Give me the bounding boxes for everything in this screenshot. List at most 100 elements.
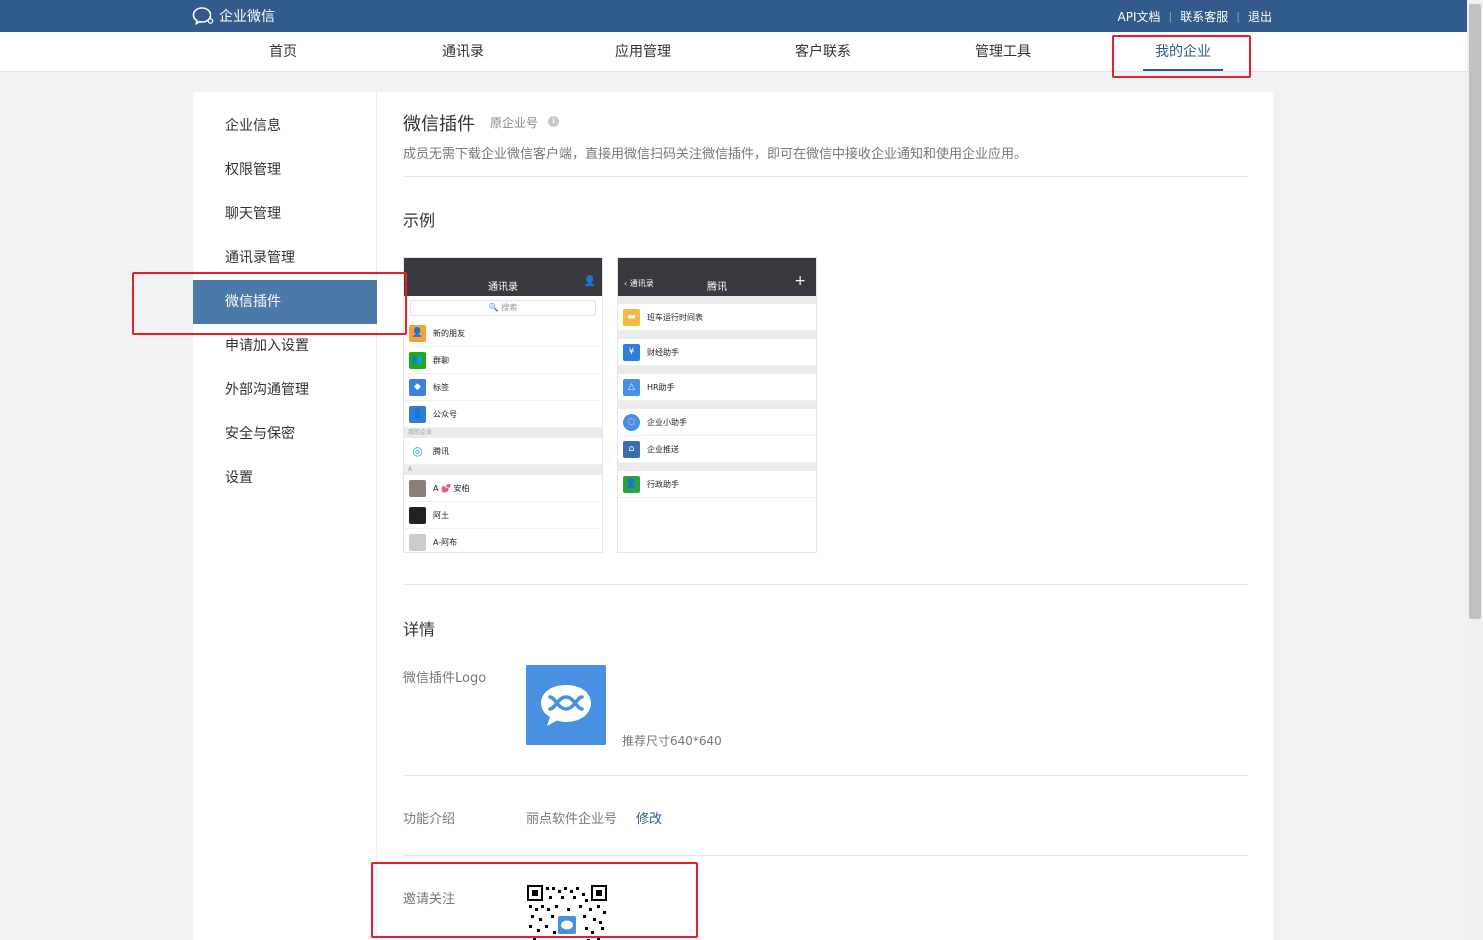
new-friends-icon: 👤 <box>409 324 426 342</box>
top-links: API文档 | 联系客服 | 退出 <box>1118 8 1272 25</box>
assistant-icon: ◌ <box>623 413 640 431</box>
group-header <box>618 331 816 339</box>
list-item-label: HR助手 <box>647 382 675 392</box>
admin-icon: 👤 <box>623 475 640 493</box>
list-item: ▬ 班车运行时间表 <box>618 304 816 331</box>
page-title: 微信插件 <box>403 114 475 135</box>
list-item-label: 行政助手 <box>647 479 679 489</box>
list-item: △ HR助手 <box>618 374 816 401</box>
divider <box>403 855 1248 856</box>
finance-icon: ¥ <box>623 343 640 361</box>
tag-icon: ◆ <box>409 378 426 396</box>
list-item: 👥 群聊 <box>404 347 602 374</box>
divider <box>403 584 1248 585</box>
brand-logo[interactable]: 企业微信 <box>192 6 275 26</box>
list-item: ◌ 企业小助手 <box>618 409 816 436</box>
phone-title: 腾讯 <box>707 282 727 293</box>
sidebar-item-join-settings[interactable]: 申请加入设置 <box>193 324 377 368</box>
link-separator: | <box>1236 10 1240 23</box>
hr-icon: △ <box>623 378 640 396</box>
plus-icon: + <box>794 273 806 289</box>
sidebar-item-permissions[interactable]: 权限管理 <box>193 148 377 192</box>
phone-header: ‹ 通讯录 腾讯 + <box>618 258 816 296</box>
plugin-logo-icon <box>541 685 591 726</box>
list-item-label: 阿土 <box>433 510 449 520</box>
intro-label: 功能介绍 <box>403 812 456 827</box>
phone-title: 通讯录 <box>488 282 518 293</box>
scrollbar-thumb[interactable] <box>1469 4 1481 619</box>
list-item-label: 企业小助手 <box>647 417 687 427</box>
group-header <box>618 296 816 304</box>
list-item-label: A 💕 安柏 <box>433 483 470 493</box>
list-item: A 💕 安柏 <box>404 475 602 502</box>
avatar <box>409 533 426 551</box>
divider <box>403 775 1248 776</box>
link-separator: | <box>1168 10 1173 23</box>
group-header <box>618 401 816 409</box>
sidebar-item-enterprise-info[interactable]: 企业信息 <box>193 104 377 148</box>
nav-tab-tools[interactable]: 管理工具 <box>933 32 1073 72</box>
logout-link[interactable]: 退出 <box>1248 8 1272 25</box>
group-header <box>618 366 816 374</box>
info-icon[interactable]: i <box>548 116 559 127</box>
nav-tab-home[interactable]: 首页 <box>213 32 353 72</box>
list-item: ◆ 标签 <box>404 374 602 401</box>
list-item-label: A-阿布 <box>433 537 458 547</box>
content-card: 企业信息 权限管理 聊天管理 通讯录管理 微信插件 申请加入设置 外部沟通管理 … <box>193 92 1273 940</box>
top-bar: 企业微信 API文档 | 联系客服 | 退出 <box>0 0 1467 32</box>
edit-intro-link[interactable]: 修改 <box>636 808 662 827</box>
contact-support-link[interactable]: 联系客服 <box>1180 8 1228 25</box>
group-chat-icon: 👥 <box>409 351 426 369</box>
sidebar-item-chat[interactable]: 聊天管理 <box>193 192 377 236</box>
page-description: 成员无需下载企业微信客户端，直接用微信扫码关注微信插件，即可在微信中接收企业通知… <box>403 147 1028 162</box>
list-item: 👤 行政助手 <box>618 471 816 498</box>
sidebar-item-external[interactable]: 外部沟通管理 <box>193 368 377 412</box>
phone-search: 🔍 搜索 <box>410 300 596 316</box>
nav-tab-customers[interactable]: 客户联系 <box>753 32 893 72</box>
list-item: 阿土 <box>404 502 602 529</box>
list-item: A-阿布 <box>404 529 602 552</box>
group-header <box>618 463 816 471</box>
list-item: ◎ 腾讯 <box>404 438 602 465</box>
page-scrollbar[interactable] <box>1467 0 1483 940</box>
sidebar: 企业信息 权限管理 聊天管理 通讯录管理 微信插件 申请加入设置 外部沟通管理 … <box>193 92 377 940</box>
list-item-label: 新的朋友 <box>433 328 465 338</box>
phone-header: 通讯录 👤 <box>404 258 602 296</box>
nav-tab-contacts[interactable]: 通讯录 <box>393 32 533 72</box>
details-section-title: 详情 <box>403 620 436 639</box>
sidebar-item-settings[interactable]: 设置 <box>193 456 377 500</box>
example-phone-company: ‹ 通讯录 腾讯 + ▬ 班车运行时间表 ¥ 财经助手 △ HR助手 ◌ 企业小助手 ⌂… <box>617 257 817 553</box>
group-header: A <box>404 465 602 475</box>
qr-code-icon <box>527 885 607 940</box>
api-docs-link[interactable]: API文档 <box>1118 8 1161 25</box>
list-item: 👤 公众号 <box>404 401 602 428</box>
list-item-label: 标签 <box>433 382 449 392</box>
invite-qr-code <box>527 885 607 940</box>
divider <box>403 176 1248 177</box>
add-contact-icon: 👤 <box>583 276 596 287</box>
brand-name: 企业微信 <box>219 9 275 25</box>
official-account-icon: 👤 <box>409 405 426 423</box>
nav-tab-apps[interactable]: 应用管理 <box>573 32 713 72</box>
example-section-title: 示例 <box>403 211 436 230</box>
plugin-logo <box>526 665 606 745</box>
sidebar-item-wechat-plugin[interactable]: 微信插件 <box>193 280 377 324</box>
logo-label: 微信插件Logo <box>403 671 487 686</box>
wework-logo-icon <box>192 7 214 26</box>
list-item: ⌂ 企业推送 <box>618 436 816 463</box>
list-item-label: 公众号 <box>433 409 457 419</box>
page-subtitle: 原企业号 <box>490 116 539 130</box>
invite-label: 邀请关注 <box>403 892 456 907</box>
intro-value: 丽点软件企业号 <box>526 812 618 827</box>
list-item-label: 群聊 <box>433 355 449 365</box>
sidebar-item-contacts[interactable]: 通讯录管理 <box>193 236 377 280</box>
example-phone-contacts: 通讯录 👤 🔍 搜索 👤 新的朋友 👥 群聊 ◆ 标签 👤 公众号 我的企业 ◎ 腾讯 A… <box>403 257 603 553</box>
search-icon: 🔍 <box>488 303 499 312</box>
list-item-label: 班车运行时间表 <box>647 312 703 322</box>
list-item: ¥ 财经助手 <box>618 339 816 366</box>
company-icon: ◎ <box>409 442 426 460</box>
avatar <box>409 506 426 524</box>
nav-tab-my-enterprise[interactable]: 我的企业 <box>1113 32 1253 72</box>
sidebar-item-security[interactable]: 安全与保密 <box>193 412 377 456</box>
main-nav: 首页 通讯录 应用管理 客户联系 管理工具 我的企业 <box>0 32 1467 72</box>
